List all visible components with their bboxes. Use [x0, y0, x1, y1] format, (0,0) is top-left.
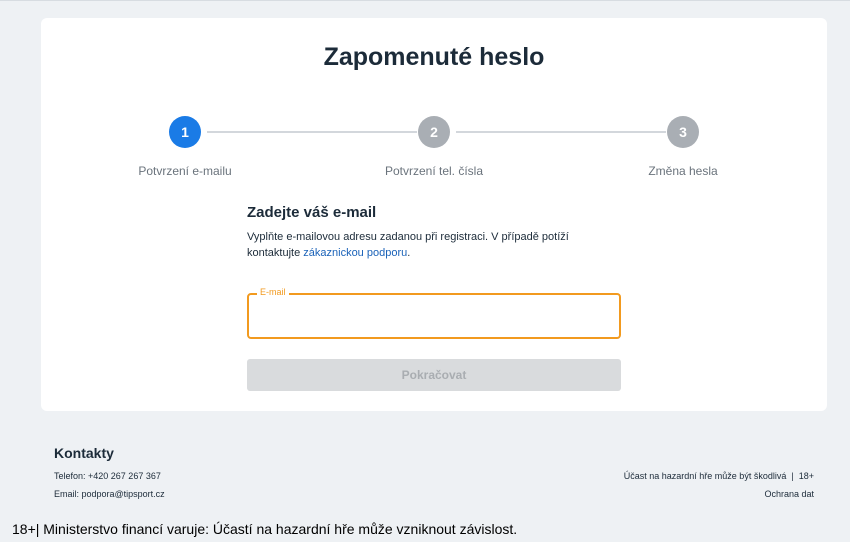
gambling-notice: Účast na hazardní hře může být škodlivá … [624, 471, 814, 481]
form-description: Vyplňte e-mailovou adresu zadanou při re… [247, 229, 621, 261]
footer-separator: | [791, 471, 794, 481]
forgot-password-card: Zapomenuté heslo 1 2 3 Potvrzení e-mailu… [41, 18, 827, 411]
gambling-notice-text: Účast na hazardní hře může být škodlivá [623, 471, 787, 481]
page-title: Zapomenuté heslo [323, 43, 545, 71]
top-divider [0, 0, 850, 1]
email-field[interactable]: E-mail [247, 287, 621, 339]
stepper-connector-1 [207, 131, 417, 133]
email-input[interactable] [257, 305, 607, 327]
form-heading: Zadejte váš e-mail [247, 204, 377, 221]
privacy-link[interactable]: Ochrana dat [764, 489, 814, 499]
support-link[interactable]: zákaznickou podporu [303, 247, 407, 259]
stepper-connector-2 [456, 131, 666, 133]
privacy-link-wrap: Ochrana dat [764, 489, 814, 499]
continue-button[interactable]: Pokračovat [247, 359, 621, 391]
step-1-indicator: 1 [169, 116, 201, 148]
contact-phone: Telefon: +420 267 267 367 [54, 471, 161, 481]
step-1-label: Potvrzení e-mailu [138, 164, 232, 178]
contact-email: Email: podpora@tipsport.cz [54, 489, 165, 499]
step-2-label: Potvrzení tel. čísla [384, 164, 484, 178]
step-3-indicator: 3 [667, 116, 699, 148]
gambling-warning-bar: 18+| Ministerstvo financí varuje: Účastí… [12, 521, 518, 537]
step-3-label: Změna hesla [648, 164, 718, 178]
email-form: Zadejte váš e-mail Vyplňte e-mailovou ad… [247, 204, 621, 391]
email-field-label: E-mail [257, 287, 289, 297]
contacts-title: Kontakty [54, 445, 114, 461]
step-2-indicator: 2 [418, 116, 450, 148]
form-description-end: . [407, 247, 411, 259]
age-limit-badge: 18+ [798, 471, 814, 481]
